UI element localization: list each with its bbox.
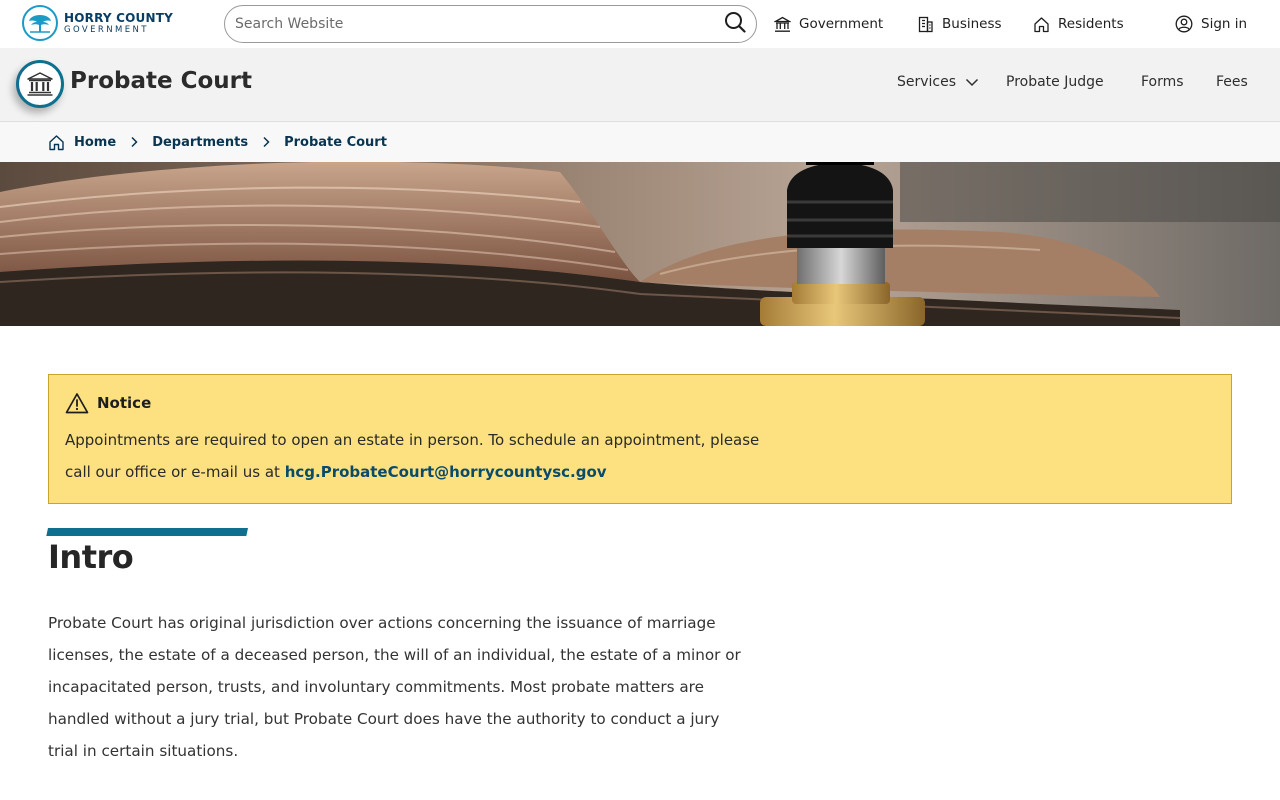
sign-in-button[interactable]: Sign in [1175,13,1247,35]
notice-title: Notice [97,394,152,412]
office-building-icon [918,16,933,32]
nav-probate-judge[interactable]: Probate Judge [1006,74,1104,90]
chevron-right-icon [260,136,272,148]
warning-triangle-icon [65,393,89,414]
search-box[interactable] [224,5,757,43]
house-icon [1034,16,1049,32]
section-accent-bar [46,528,249,536]
notice-banner: Notice Appointments are required to open… [48,374,1232,504]
tree-icon [22,5,58,41]
user-circle-icon [1175,15,1193,33]
intro-paragraph: Probate Court has original jurisdiction … [48,614,741,760]
breadcrumb-departments[interactable]: Departments [152,135,248,150]
capitol-building-icon [774,16,791,32]
intro-heading: Intro [48,538,134,576]
nav-business-label: Business [942,16,1002,32]
logo-line-2: GOVERNMENT [64,24,149,35]
nav-services-dropdown[interactable]: Services [897,74,979,90]
breadcrumb-probate-court[interactable]: Probate Court [284,135,387,150]
nav-residents-label: Residents [1058,16,1124,32]
site-logo[interactable]: HORRY COUNTY GOVERNMENT [22,5,173,41]
breadcrumb: Home Departments Probate Court [0,122,1280,162]
sign-in-label: Sign in [1201,16,1248,32]
notice-email-link[interactable]: hcg.ProbateCourt@horrycountysc.gov [285,463,607,481]
nav-forms[interactable]: Forms [1141,74,1184,90]
chevron-right-icon [128,136,140,148]
nav-government-label: Government [799,16,884,32]
nav-residents[interactable]: Residents [1033,13,1124,35]
home-icon[interactable] [48,134,65,151]
top-bar: HORRY COUNTY GOVERNMENT Government Busin… [0,0,1280,48]
breadcrumb-home[interactable]: Home [74,135,116,150]
nav-government[interactable]: Government [774,13,883,35]
chevron-down-icon [966,78,979,87]
nav-business[interactable]: Business [917,13,1002,35]
nav-fees[interactable]: Fees [1216,74,1248,90]
search-icon[interactable] [724,11,746,37]
nav-services-label: Services [897,74,957,90]
hero-image [0,162,1280,326]
department-header: Probate Court Services Probate Judge For… [0,48,1280,122]
courthouse-icon [16,60,64,108]
search-input[interactable] [233,15,724,33]
logo-line-1: HORRY COUNTY [64,10,174,25]
page-title: Probate Court [70,68,252,94]
